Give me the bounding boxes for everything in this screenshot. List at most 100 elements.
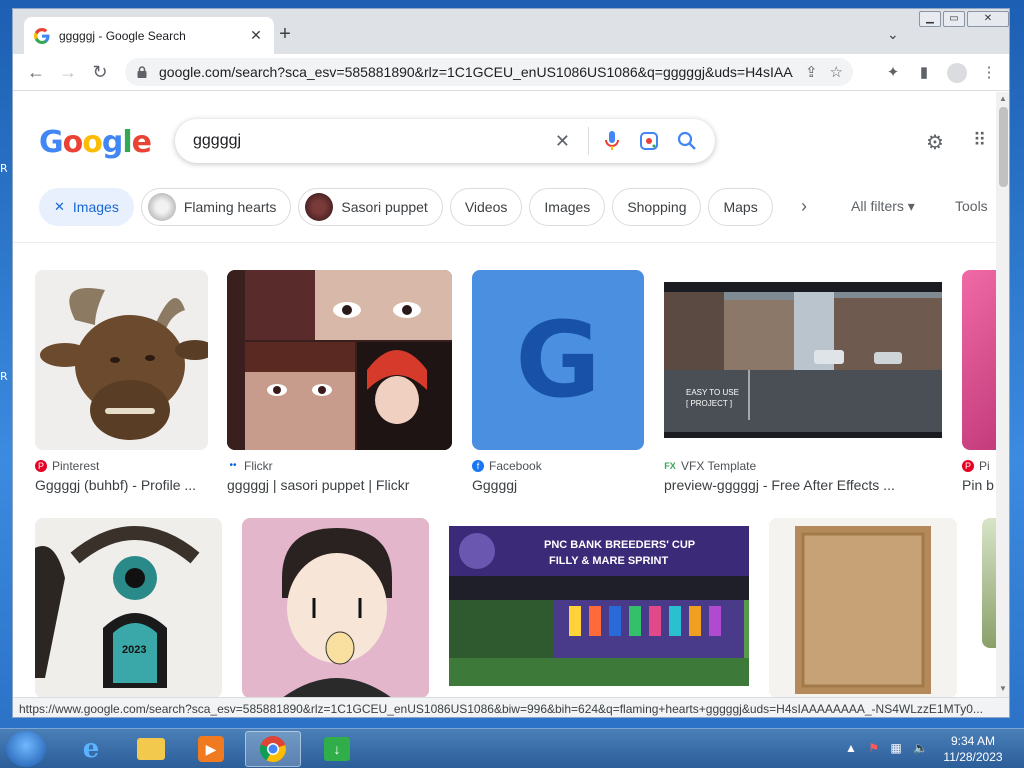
search-results-page: Google gggggj ✕ ⚙ ⠿ ✕ Images Flaming hea… <box>13 92 996 697</box>
chip-images-active[interactable]: ✕ Images <box>39 188 134 226</box>
search-divider <box>588 127 589 155</box>
search-icon[interactable] <box>677 131 697 151</box>
facebook-icon: f <box>472 460 484 472</box>
settings-gear-icon[interactable]: ⚙ <box>926 130 944 155</box>
active-tab[interactable]: gggggj - Google Search ✕ <box>24 17 274 54</box>
downloader-icon[interactable]: ↓ <box>309 731 365 767</box>
chrome-window: gggggj - Google Search ✕ + ⌄ ▁ ▭ ✕ ← → ↻… <box>12 8 1010 718</box>
lens-camera-icon[interactable] <box>639 131 659 151</box>
google-logo[interactable]: Google <box>39 125 152 160</box>
chip-flaming-hearts[interactable]: Flaming hearts <box>140 188 292 226</box>
chip-shopping[interactable]: Shopping <box>612 188 702 226</box>
tab-close-icon[interactable]: ✕ <box>248 27 264 44</box>
result-image-breeders-cup[interactable]: PNC BANK BREEDERS' CUP FILLY & MARE SPRI… <box>449 518 749 697</box>
tools-button[interactable]: Tools <box>955 198 988 214</box>
file-explorer-icon[interactable] <box>123 731 179 767</box>
image-result[interactable] <box>242 518 429 697</box>
chip-maps[interactable]: Maps <box>708 188 773 226</box>
scroll-up-icon[interactable]: ▲ <box>999 94 1007 103</box>
search-box[interactable]: gggggj ✕ <box>175 119 715 163</box>
logo-letter: G <box>39 125 64 160</box>
tab-strip: gggggj - Google Search ✕ + ⌄ ▁ ▭ ✕ <box>13 9 1009 54</box>
window-controls: ▁ ▭ ✕ <box>917 11 1009 27</box>
google-favicon-icon <box>34 27 50 44</box>
extensions-puzzle-icon[interactable]: ✦ <box>883 63 903 81</box>
image-result-partial[interactable] <box>982 518 996 648</box>
result-source: f Facebook <box>472 459 644 473</box>
volume-muted-icon[interactable]: 🔈 <box>913 741 928 755</box>
tray-expand-icon[interactable]: ▲ <box>845 741 857 755</box>
result-image-rug[interactable] <box>769 518 957 697</box>
network-icon[interactable]: ▦ <box>890 741 901 755</box>
cartoon-man <box>282 528 392 697</box>
side-panel-icon[interactable]: ▮ <box>914 63 934 81</box>
chip-label: Videos <box>464 199 508 215</box>
start-button[interactable] <box>6 731 46 767</box>
new-tab-button[interactable]: + <box>275 24 295 44</box>
result-image-sasori[interactable] <box>227 270 452 450</box>
chip-label: Maps <box>723 199 758 215</box>
scroll-thumb[interactable] <box>999 107 1008 187</box>
chip-videos[interactable]: Videos <box>449 188 523 226</box>
source-name: Pi <box>979 459 990 473</box>
chip-thumbnail <box>305 193 334 221</box>
result-caption[interactable]: Gggggj <box>472 477 644 493</box>
bookmark-star-icon[interactable]: ☆ <box>830 63 843 81</box>
image-result[interactable]: •• Flickr gggggj | sasori puppet | Flick… <box>227 270 452 493</box>
search-query[interactable]: gggggj <box>193 132 537 150</box>
result-image-wall-art[interactable]: 2023 <box>35 518 222 697</box>
badge-2023-text: 2023 <box>122 644 146 656</box>
result-caption[interactable]: gggggj | sasori puppet | Flickr <box>227 477 452 493</box>
google-apps-grid-icon[interactable]: ⠿ <box>973 130 986 151</box>
chips-scroll-right-icon[interactable]: › <box>801 196 807 217</box>
forward-arrow-icon[interactable]: → <box>57 62 79 82</box>
close-window-button[interactable]: ✕ <box>967 11 1009 27</box>
result-image-vfx[interactable]: EASY TO USE [ PROJECT ] <box>664 270 942 450</box>
action-center-flag-icon[interactable]: ⚑ <box>868 741 879 755</box>
image-result[interactable]: P Pinterest Gggggj (buhbf) - Profile ... <box>35 270 208 493</box>
logo-letter: o <box>62 125 84 160</box>
result-image-goat[interactable] <box>35 270 208 450</box>
back-arrow-icon[interactable]: ← <box>25 62 47 82</box>
menu-kebab-icon[interactable]: ⋮ <box>979 63 999 81</box>
microphone-icon[interactable] <box>603 130 621 152</box>
share-icon[interactable]: ⇪ <box>805 63 818 81</box>
result-image-partial[interactable] <box>982 518 996 648</box>
taskbar: e ▶ ↓ ▲ ⚑ ▦ 🔈 9:34 AM 11/28/2023 <box>0 728 1024 768</box>
chip-images[interactable]: Images <box>529 188 606 226</box>
profile-avatar[interactable] <box>947 63 967 83</box>
page-scrollbar[interactable]: ▲ ▼ <box>996 92 1009 697</box>
result-image-facebook-g[interactable]: G <box>472 270 644 450</box>
chip-label: Sasori puppet <box>341 199 428 215</box>
pinterest-icon: P <box>962 460 974 472</box>
all-filters-button[interactable]: All filters ▾ <box>851 198 915 215</box>
clock[interactable]: 9:34 AM 11/28/2023 <box>938 733 1008 765</box>
address-bar[interactable]: google.com/search?sca_esv=585881890&rlz=… <box>125 58 853 86</box>
result-caption[interactable]: Gggggj (buhbf) - Profile ... <box>35 477 208 493</box>
image-result[interactable]: 2023 <box>35 518 222 697</box>
logo-letter: g <box>101 125 124 160</box>
result-caption[interactable]: Pin b <box>962 477 996 493</box>
chrome-taskbar-icon[interactable] <box>245 731 301 767</box>
tab-search-chevron-icon[interactable]: ⌄ <box>887 26 899 43</box>
result-source: •• Flickr <box>227 459 452 473</box>
reload-icon[interactable]: ↻ <box>89 62 111 82</box>
minimize-button[interactable]: ▁ <box>919 11 941 27</box>
scroll-down-icon[interactable]: ▼ <box>999 684 1007 693</box>
internet-explorer-icon[interactable]: e <box>63 731 119 767</box>
clear-search-icon[interactable]: ✕ <box>555 131 570 152</box>
chip-sasori-puppet[interactable]: Sasori puppet <box>298 188 443 226</box>
image-result[interactable]: G f Facebook Gggggj <box>472 270 644 493</box>
pinterest-icon: P <box>35 460 47 472</box>
image-result[interactable]: PNC BANK BREEDERS' CUP FILLY & MARE SPRI… <box>449 518 749 697</box>
image-result-partial[interactable]: P Pi Pin b <box>962 270 996 493</box>
result-caption[interactable]: preview-gggggj - Free After Effects ... <box>664 477 942 493</box>
logo-letter: e <box>131 125 152 160</box>
close-icon[interactable]: ✕ <box>54 199 65 215</box>
result-image-cartoon[interactable] <box>242 518 429 697</box>
image-result[interactable]: EASY TO USE [ PROJECT ] FX VFX Template … <box>664 270 942 493</box>
media-player-icon[interactable]: ▶ <box>183 731 239 767</box>
result-image-pink[interactable] <box>962 270 996 450</box>
maximize-button[interactable]: ▭ <box>943 11 965 27</box>
image-result[interactable] <box>769 518 957 697</box>
